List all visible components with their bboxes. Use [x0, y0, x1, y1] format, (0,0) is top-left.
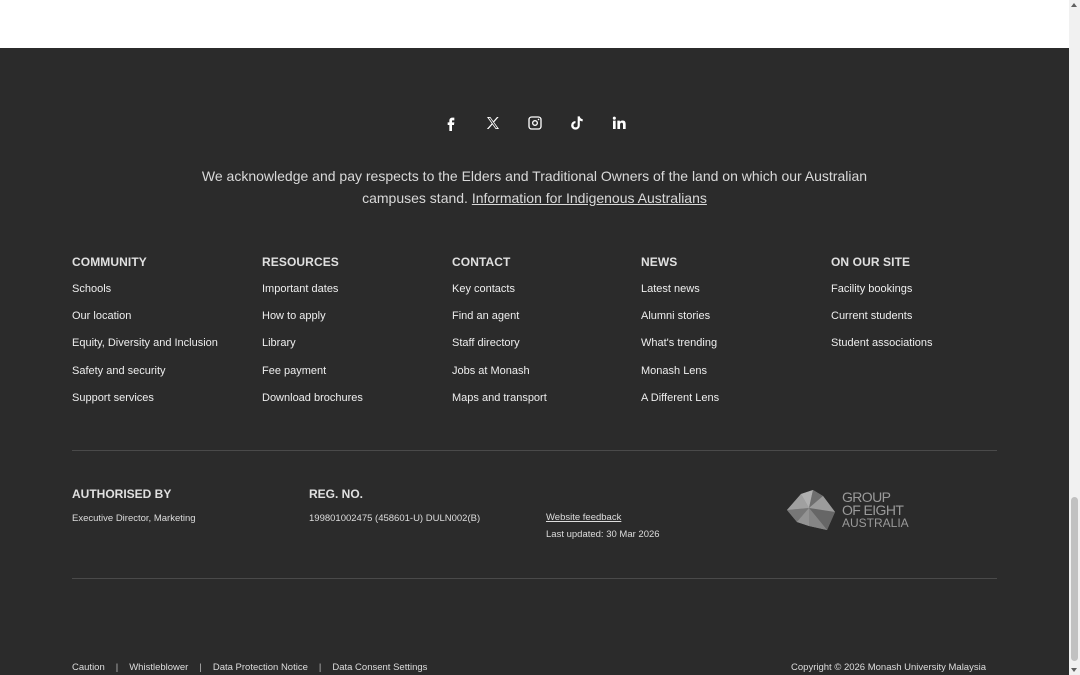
x-icon[interactable]	[482, 112, 504, 134]
footer-link-fee-payment[interactable]: Fee payment	[262, 365, 326, 377]
indigenous-info-link[interactable]: Information for Indigenous Australians	[472, 190, 707, 206]
instagram-icon[interactable]	[524, 112, 546, 134]
website-feedback-link[interactable]: Website feedback	[546, 512, 621, 523]
column-heading: CONTACT	[452, 255, 511, 269]
reg-no-value: 199801002475 (458601-U) DULN002(B)	[309, 513, 481, 524]
whistleblower-link[interactable]: Whistleblower	[129, 662, 188, 673]
linkedin-icon[interactable]	[608, 112, 630, 134]
site-footer: We acknowledge and pay respects to the E…	[0, 48, 1069, 675]
wordmark-line: AUSTRALIA	[842, 516, 909, 530]
footer-link-library[interactable]: Library	[262, 337, 296, 349]
footer-link-key-contacts[interactable]: Key contacts	[452, 283, 515, 295]
column-heading: RESOURCES	[262, 255, 339, 269]
facebook-icon[interactable]	[440, 112, 462, 134]
divider	[72, 578, 997, 579]
data-consent-settings-link[interactable]: Data Consent Settings	[332, 662, 427, 673]
footer-column-community: COMMUNITY Schools Our location Equity, D…	[72, 255, 218, 418]
group-of-eight-wordmark: GROUP OF EIGHT AUSTRALIA	[842, 490, 909, 530]
footer-link-latest-news[interactable]: Latest news	[641, 283, 700, 295]
footer-column-resources: RESOURCES Important dates How to apply L…	[262, 255, 363, 418]
authorised-by-value: Executive Director, Marketing	[72, 513, 196, 524]
scroll-down-arrow-icon[interactable]	[1071, 668, 1077, 672]
acknowledgement-of-country: We acknowledge and pay respects to the E…	[200, 165, 869, 209]
scrollbar-thumb[interactable]	[1071, 497, 1078, 661]
footer-link-safety-security[interactable]: Safety and security	[72, 365, 166, 377]
column-heading: COMMUNITY	[72, 255, 147, 269]
footer-link-staff-directory[interactable]: Staff directory	[452, 337, 520, 349]
footer-link-support-services[interactable]: Support services	[72, 392, 154, 404]
vertical-scrollbar[interactable]	[1069, 0, 1080, 675]
data-protection-notice-link[interactable]: Data Protection Notice	[213, 662, 308, 673]
footer-link-how-to-apply[interactable]: How to apply	[262, 310, 326, 322]
footer-link-current-students[interactable]: Current students	[831, 310, 912, 322]
footer-link-schools[interactable]: Schools	[72, 283, 111, 295]
footer-link-student-associations[interactable]: Student associations	[831, 337, 933, 349]
column-heading: ON OUR SITE	[831, 255, 911, 269]
footer-link-whats-trending[interactable]: What's trending	[641, 337, 717, 349]
scroll-up-arrow-icon[interactable]	[1071, 3, 1077, 7]
website-feedback-wrap: Website feedback	[546, 512, 621, 523]
footer-link-our-location[interactable]: Our location	[72, 310, 131, 322]
footer-link-maps-transport[interactable]: Maps and transport	[452, 392, 547, 404]
footer-link-important-dates[interactable]: Important dates	[262, 283, 338, 295]
column-heading: NEWS	[641, 255, 678, 269]
legal-links: Caution | Whistleblower | Data Protectio…	[72, 662, 427, 673]
last-updated: Last updated: 30 Mar 2026	[546, 529, 660, 540]
footer-link-find-an-agent[interactable]: Find an agent	[452, 310, 519, 322]
footer-link-facility-bookings[interactable]: Facility bookings	[831, 283, 912, 295]
page-content-end	[0, 0, 1069, 48]
reg-no-label: REG. NO.	[309, 487, 364, 501]
separator: |	[199, 662, 202, 673]
separator: |	[115, 662, 119, 673]
footer-link-a-different-lens[interactable]: A Different Lens	[641, 392, 719, 404]
copyright-text: Copyright © 2026 Monash University Malay…	[791, 662, 986, 673]
social-links	[0, 112, 1069, 134]
footer-link-jobs[interactable]: Jobs at Monash	[452, 365, 530, 377]
footer-column-contact: CONTACT Key contacts Find an agent Staff…	[452, 255, 547, 418]
footer-link-monash-lens[interactable]: Monash Lens	[641, 365, 707, 377]
footer-link-alumni-stories[interactable]: Alumni stories	[641, 310, 710, 322]
divider	[72, 450, 997, 451]
separator: |	[318, 662, 322, 673]
tiktok-icon[interactable]	[566, 112, 588, 134]
footer-link-download-brochures[interactable]: Download brochures	[262, 392, 363, 404]
caution-link[interactable]: Caution	[72, 662, 105, 673]
footer-column-news: NEWS Latest news Alumni stories What's t…	[641, 255, 719, 418]
authorised-by-label: AUTHORISED BY	[72, 487, 172, 501]
footer-link-equity-diversity[interactable]: Equity, Diversity and Inclusion	[72, 337, 218, 349]
footer-column-on-our-site: ON OUR SITE Facility bookings Current st…	[831, 255, 933, 364]
